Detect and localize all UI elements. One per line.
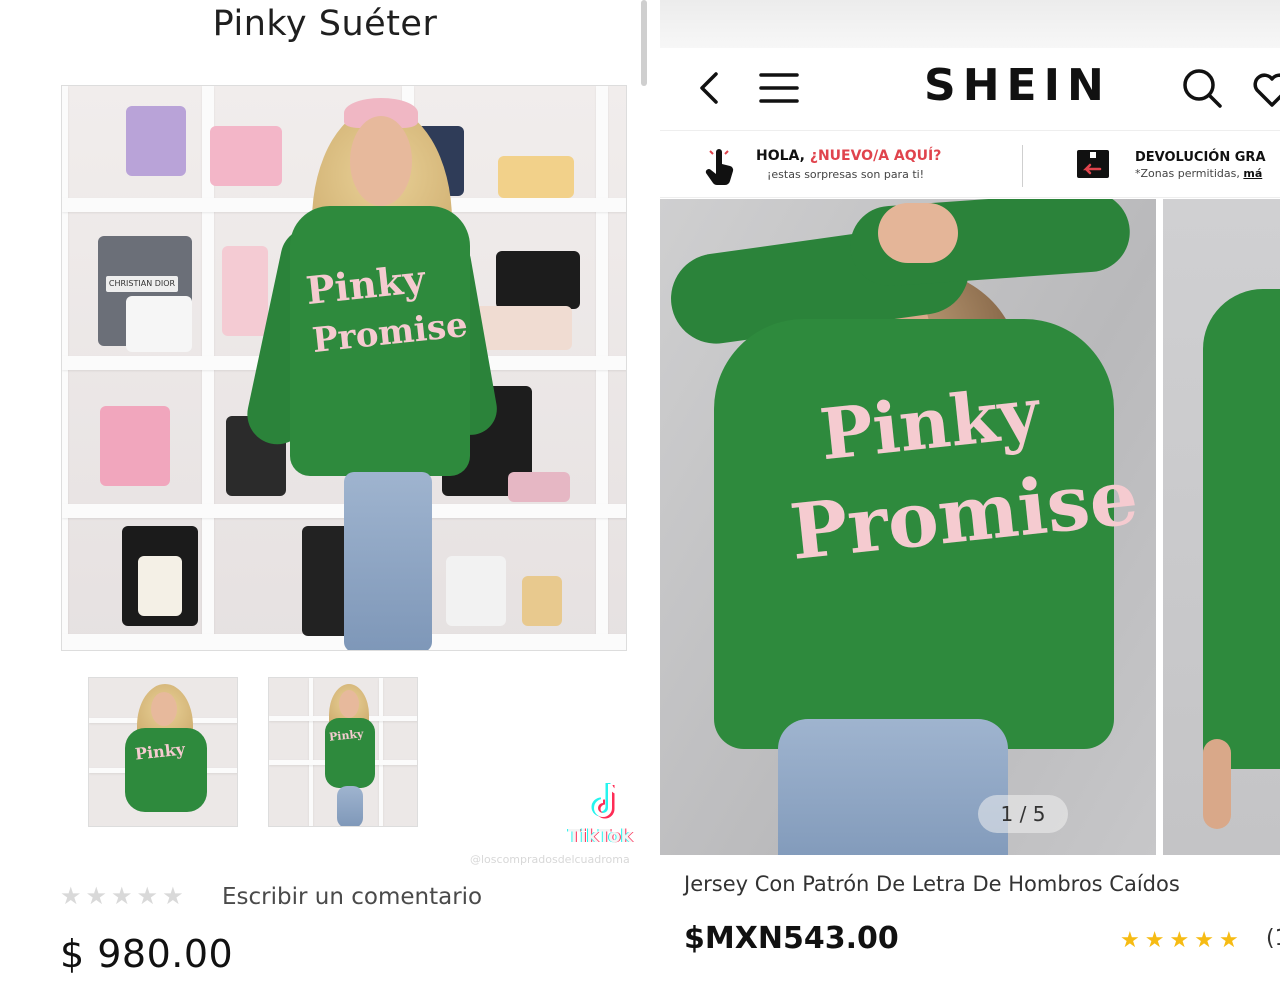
returns-subtitle-text: *Zonas permitidas,: [1135, 167, 1244, 180]
returns-more-link[interactable]: má: [1243, 167, 1262, 180]
rating-stars[interactable]: ★ ★ ★ ★ ★: [1120, 928, 1239, 953]
promo-title: HOLA, ¿NUEVO/A AQUÍ?: [756, 148, 941, 164]
star-icon[interactable]: ★: [60, 882, 82, 910]
promo-banner[interactable]: HOLA, ¿NUEVO/A AQUÍ? ¡estas sorpresas so…: [660, 130, 1280, 198]
tiktok-username: @loscompradosdelcuadroma: [470, 853, 630, 866]
product-thumbnail-2[interactable]: Pinky: [268, 677, 418, 827]
menu-icon[interactable]: [758, 70, 800, 106]
tiktok-icon: [591, 783, 621, 819]
main-product-photo[interactable]: CHRISTIAN DIOR Pinky Promise: [61, 85, 627, 651]
shein-app-panel: SHEIN HOLA, ¿NUEVO/A AQUÍ? ¡estas sorpre…: [660, 0, 1280, 984]
product-photo-2[interactable]: [1163, 199, 1280, 855]
rating-count[interactable]: (1: [1266, 926, 1280, 951]
promo-title-prefix: HOLA,: [756, 148, 810, 164]
tiktok-label: TikTok: [568, 826, 633, 847]
product-price: $MXN543.00: [684, 921, 899, 956]
returns-title: DEVOLUCIÓN GRA: [1135, 150, 1266, 165]
product-name: Jersey Con Patrón De Letra De Hombros Ca…: [684, 872, 1180, 896]
product-thumbnail-1[interactable]: Pinky: [88, 677, 238, 827]
write-comment-link[interactable]: Escribir un comentario: [222, 884, 482, 910]
hand-pointer-icon: [705, 149, 734, 186]
panel-divider: [650, 0, 660, 984]
star-icon[interactable]: ★: [86, 882, 108, 910]
star-icon: ★: [1144, 928, 1165, 953]
status-bar: [660, 0, 1280, 48]
left-store-panel: Pinky Suéter CHRISTIAN DIOR Pinky Promis…: [0, 0, 650, 984]
top-nav-bar: SHEIN: [660, 48, 1280, 130]
back-arrow-icon[interactable]: [690, 68, 730, 108]
thumb2-lettering: Pinky: [328, 727, 365, 744]
returns-subtitle: *Zonas permitidas, má: [1135, 167, 1262, 180]
rating-stars[interactable]: ★ ★ ★ ★ ★: [60, 882, 184, 910]
sweater-lettering-top: Pinky: [303, 255, 428, 314]
star-icon: ★: [1169, 928, 1190, 953]
heart-icon[interactable]: [1252, 72, 1280, 108]
product-photo-1[interactable]: Pinky Promise 1 / 5: [660, 199, 1156, 855]
promo-divider: [1022, 145, 1023, 187]
star-icon[interactable]: ★: [111, 882, 133, 910]
product-price: $ 980.00: [60, 932, 234, 976]
product-image-carousel[interactable]: Pinky Promise 1 / 5: [660, 199, 1280, 855]
product-title: Pinky Suéter: [212, 4, 438, 44]
promo-subtitle: ¡estas sorpresas son para ti!: [767, 168, 925, 181]
return-box-icon: [1077, 150, 1109, 178]
star-icon: ★: [1120, 928, 1140, 953]
scrollbar[interactable]: [641, 0, 647, 86]
sweater-lettering-top: Pinky: [816, 370, 1043, 477]
star-icon: ★: [1194, 928, 1214, 953]
star-icon[interactable]: ★: [137, 882, 159, 910]
star-icon: ★: [1218, 928, 1239, 953]
search-icon[interactable]: [1180, 66, 1224, 110]
image-counter: 1 / 5: [978, 795, 1068, 833]
star-icon[interactable]: ★: [162, 882, 184, 910]
dior-label: CHRISTIAN DIOR: [106, 276, 178, 292]
promo-title-accent: ¿NUEVO/A AQUÍ?: [809, 148, 942, 164]
brand-logo[interactable]: SHEIN: [924, 60, 1111, 111]
